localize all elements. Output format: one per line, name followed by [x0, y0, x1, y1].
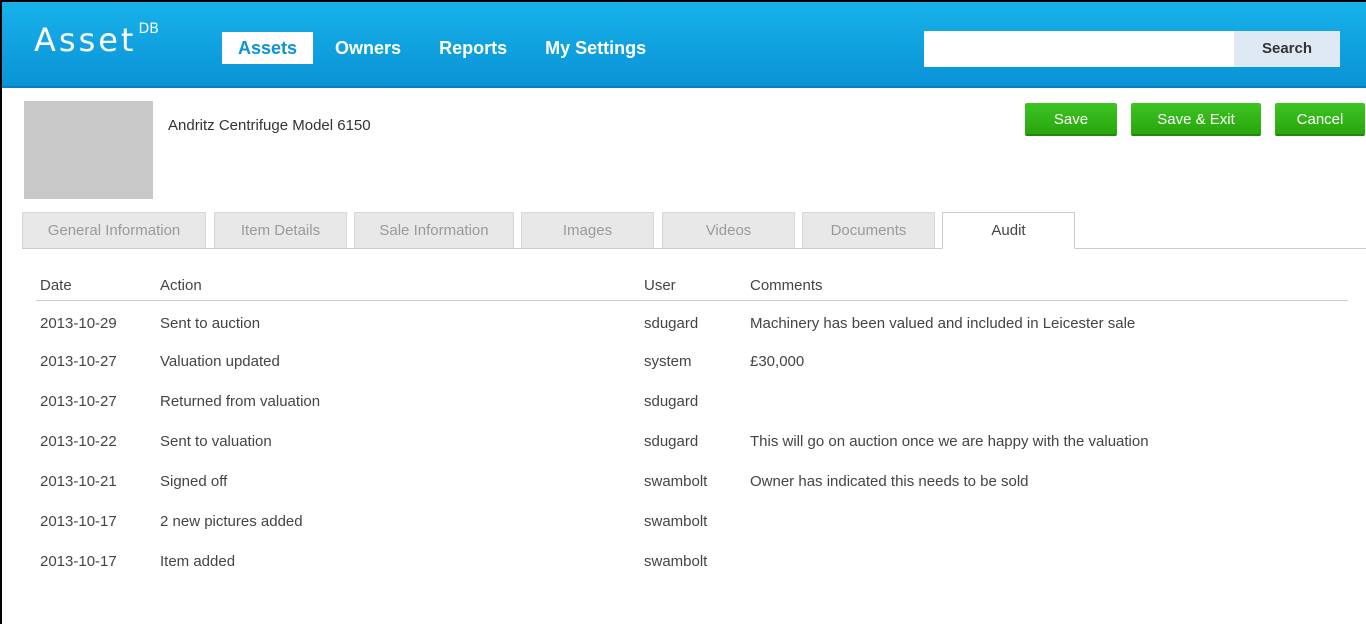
- cell-user: system: [644, 352, 692, 370]
- tab-images[interactable]: Images: [521, 212, 654, 248]
- cell-comments: [750, 500, 1348, 540]
- tab-bar: General Information Item Details Sale In…: [22, 212, 1366, 249]
- cell-user: swambolt: [644, 552, 708, 570]
- nav-reports[interactable]: Reports: [423, 32, 523, 64]
- cell-date: 2013-10-27: [40, 352, 117, 370]
- table-row: 2013-10-17 2 new pictures added swambolt: [36, 500, 1348, 540]
- cell-action: Sent to valuation: [160, 432, 272, 450]
- cell-comments: [750, 540, 1348, 580]
- save-exit-button[interactable]: Save & Exit: [1131, 103, 1261, 136]
- search-button[interactable]: Search: [1234, 31, 1340, 67]
- tab-videos[interactable]: Videos: [662, 212, 795, 248]
- cell-user: swambolt: [644, 512, 708, 530]
- table-row: 2013-10-17 Item added swambolt: [36, 540, 1348, 580]
- tab-general-information[interactable]: General Information: [22, 212, 206, 248]
- tab-audit[interactable]: Audit: [942, 212, 1075, 249]
- table-header-row: Date Action User Comments: [36, 270, 1348, 301]
- cell-comments: £30,000: [750, 352, 805, 370]
- table-row: 2013-10-27 Valuation updated system £30,…: [36, 340, 1348, 380]
- nav-owners[interactable]: Owners: [319, 32, 417, 64]
- item-thumbnail: [24, 101, 153, 199]
- cell-action: Returned from valuation: [160, 392, 321, 410]
- save-button[interactable]: Save: [1025, 103, 1117, 136]
- top-bar: Asset DB Assets Owners Reports My Setting…: [2, 2, 1366, 88]
- cell-date: 2013-10-17: [40, 512, 117, 530]
- cell-action: Sent to auction: [160, 314, 261, 332]
- cell-comments: [750, 380, 1348, 420]
- column-header-comments: Comments: [750, 270, 1348, 301]
- table-row: 2013-10-21 Signed off swambolt Owner has…: [36, 460, 1348, 500]
- cell-date: 2013-10-27: [40, 392, 117, 410]
- cancel-button[interactable]: Cancel: [1275, 103, 1365, 136]
- cell-date: 2013-10-17: [40, 552, 117, 570]
- column-header-action: Action: [160, 270, 644, 301]
- tab-documents[interactable]: Documents: [802, 212, 935, 248]
- nav-assets[interactable]: Assets: [222, 32, 314, 64]
- column-header-date: Date: [36, 270, 160, 301]
- table-row: 2013-10-29 Sent to auction sdugard Machi…: [36, 300, 1348, 340]
- tab-item-details[interactable]: Item Details: [214, 212, 347, 248]
- cell-comments: Machinery has been valued and included i…: [750, 314, 1136, 332]
- cell-date: 2013-10-29: [40, 314, 117, 332]
- cell-action: Signed off: [160, 472, 228, 490]
- cell-user: sdugard: [644, 432, 699, 450]
- search-input[interactable]: [924, 31, 1234, 67]
- cell-user: swambolt: [644, 472, 708, 490]
- cell-action: Item added: [160, 552, 236, 570]
- cell-date: 2013-10-22: [40, 432, 117, 450]
- cell-date: 2013-10-21: [40, 472, 117, 490]
- cell-comments: Owner has indicated this needs to be sol…: [750, 472, 1029, 490]
- cell-user: sdugard: [644, 314, 699, 332]
- nav-my-settings[interactable]: My Settings: [529, 32, 662, 64]
- cell-action: Valuation updated: [160, 352, 280, 370]
- main-nav: Assets Owners Reports My Settings: [222, 32, 668, 64]
- cell-comments: This will go on auction once we are happ…: [750, 432, 1149, 450]
- app-logo[interactable]: Asset DB: [34, 21, 159, 59]
- cell-action: 2 new pictures added: [160, 512, 303, 530]
- logo-superscript: DB: [138, 21, 159, 37]
- tab-sale-information[interactable]: Sale Information: [354, 212, 514, 248]
- table-row: 2013-10-22 Sent to valuation sdugard Thi…: [36, 420, 1348, 460]
- item-title: Andritz Centrifuge Model 6150: [168, 117, 371, 134]
- table-row: 2013-10-27 Returned from valuation sduga…: [36, 380, 1348, 420]
- logo-text: Asset: [34, 21, 137, 59]
- column-header-user: User: [644, 270, 750, 301]
- audit-table: Date Action User Comments 2013-10-29 Sen…: [36, 270, 1348, 580]
- cell-user: sdugard: [644, 392, 699, 410]
